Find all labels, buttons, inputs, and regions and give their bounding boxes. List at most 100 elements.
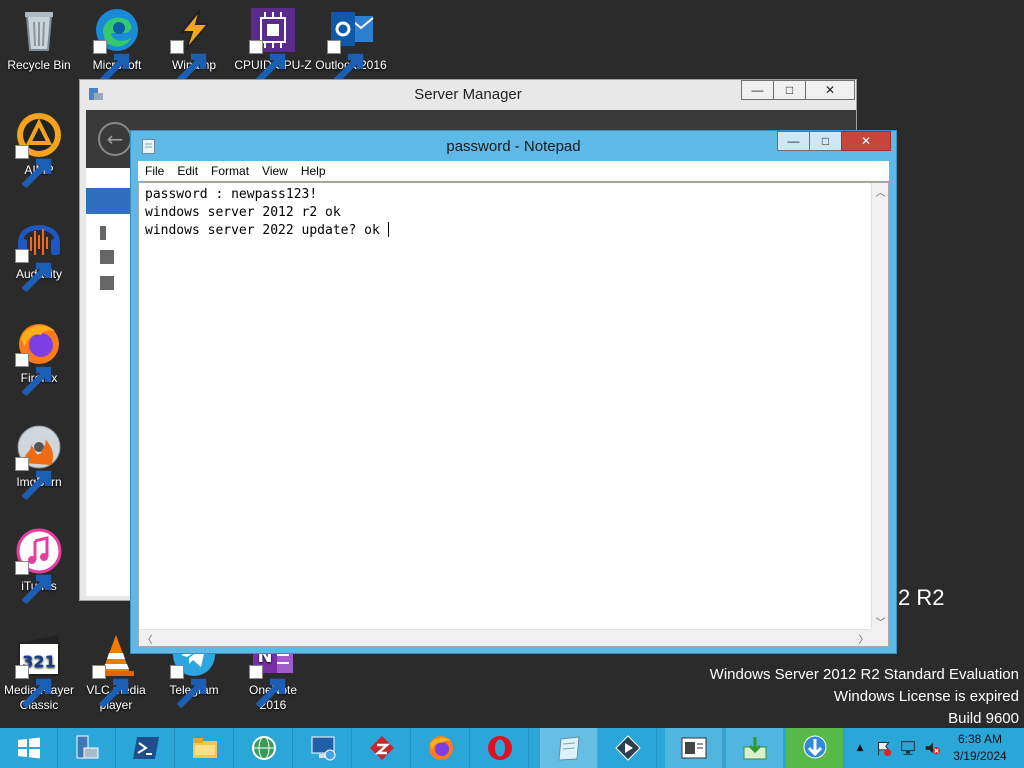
terminal-icon	[681, 737, 706, 759]
remote-desktop-icon	[311, 736, 335, 761]
taskbar-filezilla[interactable]	[353, 728, 411, 768]
server-manager-title: Server Manager	[414, 86, 522, 103]
itunes-icon	[15, 527, 63, 605]
network-globe-icon	[251, 736, 276, 760]
shortcut-arrow-icon	[170, 665, 207, 709]
notepad-text-area[interactable]: password : newpass123! windows server 20…	[139, 183, 872, 630]
recycle-bin-icon	[15, 6, 63, 54]
app-icon	[614, 735, 641, 761]
notepad-editor[interactable]: password : newpass123! windows server 20…	[138, 182, 889, 647]
taskbar-clock[interactable]: 6:38 AM 3/19/2024	[940, 731, 1020, 765]
maximize-button[interactable]: □	[773, 80, 806, 100]
desktop-icon-recycle-bin[interactable]: Recycle Bin	[0, 6, 78, 73]
taskbar-server-manager[interactable]	[58, 728, 116, 768]
desktop-icon-cpuz[interactable]: CPUID CPU-Z	[234, 6, 312, 84]
taskbar: ▲ 6:38 AM 3/19/2024	[0, 728, 1024, 768]
menu-file[interactable]: File	[138, 164, 170, 178]
shortcut-arrow-icon	[15, 665, 52, 709]
nav-item-icon[interactable]	[100, 276, 114, 290]
minimize-button[interactable]: —	[741, 80, 774, 100]
text-caret	[387, 222, 389, 237]
nav-item-icon[interactable]	[100, 226, 106, 240]
network-tray-icon[interactable]	[898, 738, 918, 758]
cpuz-icon	[249, 6, 297, 84]
taskbar-opera[interactable]	[471, 728, 529, 768]
menu-format[interactable]: Format	[204, 164, 255, 178]
shortcut-arrow-icon	[15, 353, 52, 397]
desktop-icon-winamp[interactable]: Winamp	[155, 6, 233, 84]
notepad-window[interactable]: password - Notepad — □ ✕ File Edit Forma…	[130, 130, 897, 654]
taskbar-file-explorer[interactable]	[176, 728, 234, 768]
scroll-right-arrow-icon[interactable]: 〉	[855, 630, 872, 647]
desktop-icon-imgburn[interactable]: ImgBurn	[0, 423, 78, 501]
desktop-icon-itunes[interactable]: iTunes	[0, 527, 78, 605]
menu-edit[interactable]: Edit	[170, 164, 204, 178]
close-button[interactable]: ✕	[841, 131, 891, 151]
action-center-flag-icon[interactable]	[874, 738, 894, 758]
shortcut-arrow-icon	[93, 40, 130, 84]
shortcut-arrow-icon	[249, 665, 286, 709]
volume-muted-icon[interactable]	[922, 738, 942, 758]
powershell-icon	[132, 737, 159, 759]
close-button[interactable]: ✕	[805, 80, 855, 100]
filezilla-icon	[369, 736, 394, 760]
desktop-icon-firefox[interactable]: Firefox	[0, 319, 78, 397]
notepad-titlebar[interactable]: password - Notepad — □ ✕	[131, 131, 896, 161]
vertical-scrollbar[interactable]: ︿ ﹀	[871, 183, 888, 630]
mpc-icon: 321	[15, 631, 63, 709]
scroll-up-arrow-icon[interactable]: ︿	[872, 183, 889, 200]
maximize-button[interactable]: □	[809, 131, 842, 151]
firefox-icon	[15, 319, 63, 397]
shortcut-arrow-icon	[15, 249, 52, 293]
nav-item-selected[interactable]	[86, 188, 136, 214]
shortcut-arrow-icon	[170, 40, 207, 84]
watermark-license: Windows License is expired	[833, 688, 1019, 705]
nav-item-icon[interactable]	[100, 250, 114, 264]
taskbar-firefox[interactable]	[412, 728, 470, 768]
server-manager-titlebar[interactable]: Server Manager — □ ✕	[80, 80, 856, 108]
scroll-left-arrow-icon[interactable]: 〈	[139, 630, 156, 647]
outlook-icon	[327, 6, 375, 84]
desktop-icon-outlook[interactable]: Outlook 2016	[312, 6, 390, 84]
aimp-icon	[15, 111, 63, 189]
desktop-icon-label: Recycle Bin	[7, 58, 71, 72]
windows-watermark: Windows Server 2012 R2 Standard Evaluati…	[710, 664, 1019, 730]
shortcut-arrow-icon	[15, 457, 52, 501]
desktop-icon-audacity[interactable]: Audacity	[0, 215, 78, 293]
taskbar-idm[interactable]	[786, 728, 844, 768]
download-icon	[743, 737, 766, 760]
menu-view[interactable]: View	[255, 164, 294, 178]
winamp-icon	[170, 6, 218, 84]
desktop-icon-aimp[interactable]: AIMP	[0, 111, 78, 189]
watermark-edition: Windows Server 2012 R2 Standard Evaluati…	[709, 666, 1019, 683]
tray-overflow-button[interactable]: ▲	[850, 738, 870, 758]
watermark-build: Build 9600	[948, 710, 1019, 727]
taskbar-network[interactable]	[235, 728, 293, 768]
taskbar-app[interactable]	[599, 728, 657, 768]
minimize-button[interactable]: —	[777, 131, 810, 151]
server-manager-icon	[76, 735, 98, 759]
notepad-menubar: File Edit Format View Help	[138, 161, 889, 181]
firefox-icon	[428, 736, 453, 760]
taskbar-terminal[interactable]	[665, 728, 723, 768]
desktop-icon-media-player-classic[interactable]: 321 Media Player Classic	[0, 631, 78, 713]
taskbar-remote-desktop[interactable]	[294, 728, 352, 768]
file-explorer-icon	[192, 738, 217, 758]
start-button[interactable]	[0, 728, 58, 768]
edge-icon	[93, 6, 141, 84]
notepad-text: password : newpass123! windows server 20…	[145, 187, 380, 238]
shortcut-arrow-icon	[15, 145, 52, 189]
shortcut-arrow-icon	[249, 40, 286, 84]
horizontal-scrollbar[interactable]: 〈 〉	[139, 629, 872, 646]
scroll-down-arrow-icon[interactable]: ﹀	[872, 613, 889, 630]
taskbar-download[interactable]	[726, 728, 784, 768]
server-manager-left-pane	[86, 168, 136, 596]
menu-help[interactable]: Help	[294, 164, 332, 178]
back-arrow-icon[interactable]: ←	[98, 122, 132, 156]
taskbar-powershell[interactable]	[117, 728, 175, 768]
clock-date: 3/19/2024	[953, 749, 1007, 763]
size-grip[interactable]	[871, 629, 888, 646]
opera-icon	[487, 736, 512, 760]
taskbar-notepad[interactable]	[540, 728, 598, 768]
desktop-icon-edge[interactable]: Microsoft Edge	[78, 6, 156, 84]
